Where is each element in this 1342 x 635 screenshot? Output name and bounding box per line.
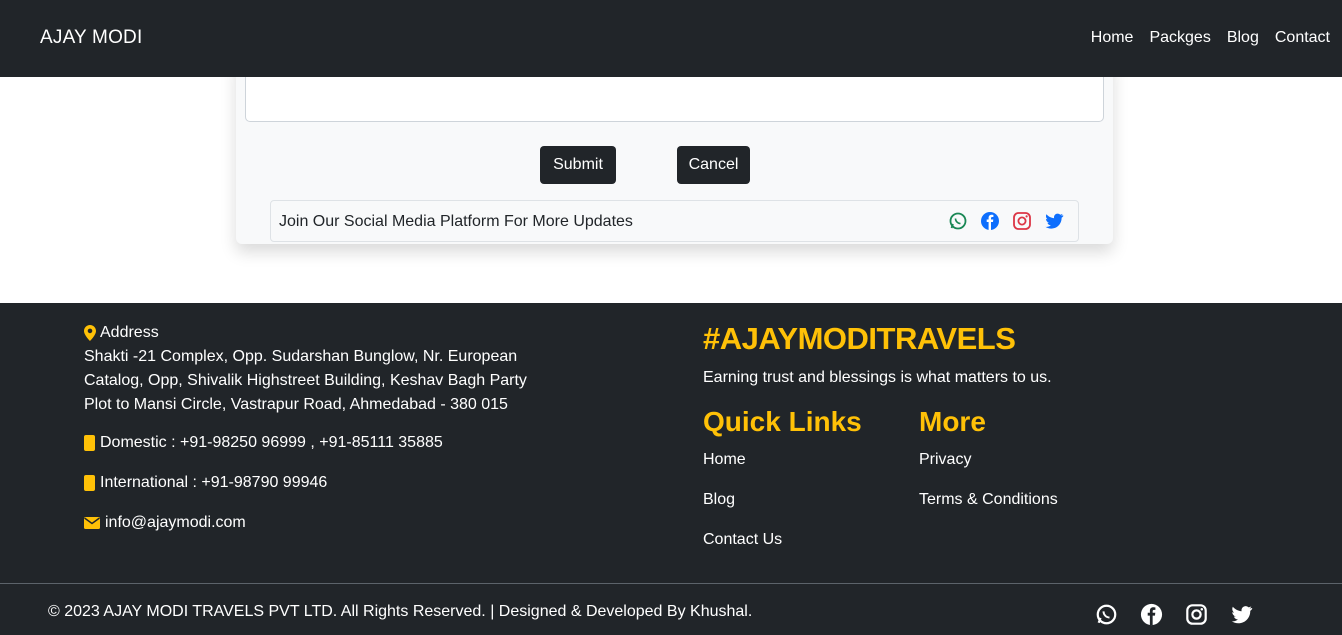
address-line-2: Catalog, Opp, Shivalik Highstreet Buildi… [84, 372, 527, 389]
nav-link-home[interactable]: Home [1091, 29, 1134, 47]
international-phone: International : +91-98790 99946 [84, 474, 327, 492]
footer-social-icons [1095, 603, 1253, 626]
copyright-text: © 2023 AJAY MODI TRAVELS PVT LTD. All Ri… [48, 603, 753, 620]
footer-link-privacy[interactable]: Privacy [919, 451, 971, 469]
address-block: Address Shakti -21 Complex, Opp. Sudarsh… [84, 321, 534, 417]
instagram-icon[interactable] [1012, 211, 1032, 231]
social-media-bar: Join Our Social Media Platform For More … [270, 200, 1079, 242]
footer-link-contact-us[interactable]: Contact Us [703, 531, 782, 549]
twitter-icon[interactable] [1230, 603, 1253, 626]
quick-links-title: Quick Links [703, 406, 862, 437]
footer-divider [0, 583, 1342, 584]
more-title: More [919, 406, 986, 437]
instagram-icon[interactable] [1185, 603, 1208, 626]
facebook-icon[interactable] [1140, 603, 1163, 626]
cancel-button[interactable]: Cancel [677, 146, 750, 184]
submit-button[interactable]: Submit [540, 146, 616, 184]
whatsapp-icon[interactable] [1095, 603, 1118, 626]
facebook-icon[interactable] [980, 211, 1000, 231]
mobile-phone-icon [84, 435, 95, 451]
contact-form-card: Submit Cancel Join Our Social Media Plat… [236, 60, 1113, 244]
social-media-text: Join Our Social Media Platform For More … [279, 213, 633, 230]
map-marker-icon [84, 325, 96, 341]
nav-link-contact[interactable]: Contact [1275, 29, 1330, 47]
domestic-phone: Domestic : +91-98250 96999 , +91-85111 3… [84, 434, 443, 452]
whatsapp-icon[interactable] [948, 211, 968, 231]
footer-link-blog[interactable]: Blog [703, 491, 735, 509]
email-line: info@ajaymodi.com [84, 514, 246, 532]
domestic-phone-text: Domestic : +91-98250 96999 , +91-85111 3… [100, 434, 443, 451]
brand-tagline: Earning trust and blessings is what matt… [703, 369, 1052, 386]
twitter-icon[interactable] [1044, 211, 1064, 231]
envelope-icon [84, 517, 100, 529]
mobile-phone-icon [84, 475, 95, 491]
nav-links: Home Packges Blog Contact [1091, 29, 1330, 47]
navbar: AJAY MODI Home Packges Blog Contact [0, 0, 1342, 77]
social-icons [948, 211, 1064, 231]
address-heading: Address [84, 321, 534, 345]
footer: Address Shakti -21 Complex, Opp. Sudarsh… [0, 303, 1342, 635]
nav-link-packages[interactable]: Packges [1149, 29, 1210, 47]
brand-hashtag: #AJAYMODITRAVELS [703, 321, 1016, 356]
nav-link-blog[interactable]: Blog [1227, 29, 1259, 47]
international-phone-text: International : +91-98790 99946 [100, 474, 328, 491]
address-line-1: Shakti -21 Complex, Opp. Sudarshan Bungl… [84, 348, 518, 365]
address-line-3: Plot to Mansi Circle, Vastrapur Road, Ah… [84, 396, 508, 413]
email-text[interactable]: info@ajaymodi.com [105, 514, 246, 532]
footer-link-home[interactable]: Home [703, 451, 746, 469]
address-label: Address [100, 324, 159, 341]
brand-logo[interactable]: AJAY MODI [40, 27, 142, 49]
footer-link-terms[interactable]: Terms & Conditions [919, 491, 1058, 509]
